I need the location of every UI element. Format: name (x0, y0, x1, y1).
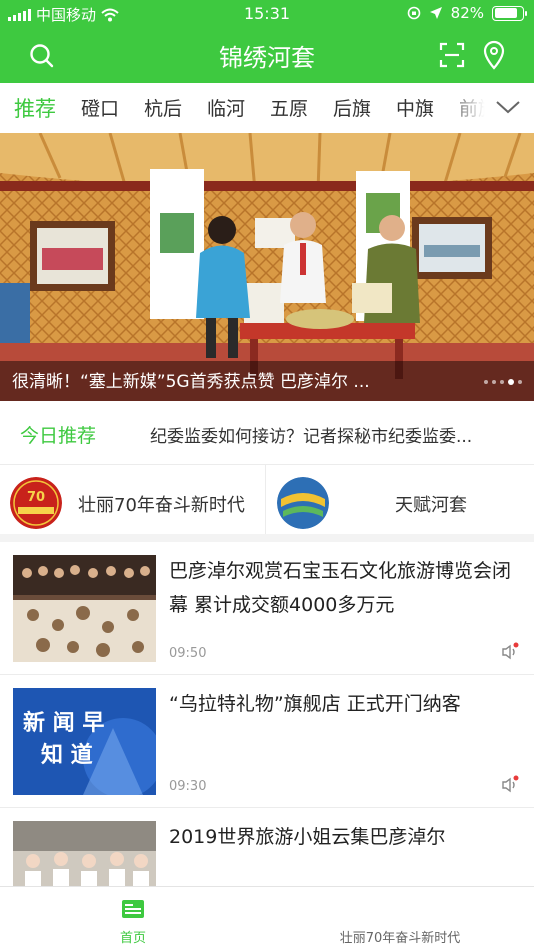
channel-tabs: 推荐 磴口 杭后 临河 五原 后旗 中旗 前旗 (0, 83, 534, 133)
tab-wuyuan[interactable]: 五原 (270, 94, 308, 121)
chevron-down-icon[interactable] (494, 95, 522, 119)
banner-carousel[interactable]: 很清晰！“塞上新媒”5G首秀获点赞 巴彦淖尔 ... (0, 133, 534, 401)
carousel-dot-active (508, 379, 514, 385)
location-icon[interactable] (482, 40, 506, 70)
topic-logo-70-years: 70 (10, 477, 62, 529)
app-header-bar: 中国移动 15:31 82% 锦绣河套 (0, 0, 534, 83)
tab-hanghou[interactable]: 杭后 (144, 94, 182, 121)
carousel-dot (484, 380, 488, 384)
orientation-lock-icon (407, 6, 420, 20)
battery-icon (492, 5, 527, 21)
nav-topic-70-years[interactable]: 壮丽70年奋斗新时代 (310, 927, 490, 946)
home-news-icon (122, 900, 144, 918)
banner-caption[interactable]: 很清晰！“塞上新媒”5G首秀获点赞 巴彦淖尔 ... (12, 367, 412, 392)
location-arrow-icon (429, 7, 442, 19)
topic-card-tianfu-hetao[interactable]: 天赋河套 (267, 465, 534, 534)
carousel-dot (518, 380, 522, 384)
header: 锦绣河套 (0, 28, 534, 83)
news-headline: 2019世界旅游小姐云集巴彦淖尔 (169, 826, 446, 848)
speaker-icon[interactable] (500, 775, 520, 795)
nav-home[interactable]: 首页 (100, 887, 166, 950)
battery-percent: 82% (450, 4, 484, 22)
svg-text:70: 70 (27, 490, 45, 505)
topic-cards: 70 壮丽70年奋斗新时代 天赋河套 (0, 465, 534, 542)
news-thumbnail (13, 555, 156, 662)
tab-dengkou[interactable]: 磴口 (81, 94, 119, 121)
today-recommend-row[interactable]: 今日推荐 纪委监委如何接访？记者探秘市纪委监委... (0, 401, 534, 465)
news-headline: “乌拉特礼物”旗舰店 正式开门纳客 (169, 693, 461, 715)
today-recommend-headline[interactable]: 纪委监委如何接访？记者探秘市纪委监委... (150, 422, 518, 447)
today-recommend-label: 今日推荐 (20, 425, 97, 447)
status-bar: 中国移动 15:31 82% (0, 0, 534, 28)
news-item[interactable]: 巴彦淖尔观赏石宝玉石文化旅游博览会闭幕 累计成交额4000多万元 09:50 (0, 542, 534, 675)
tab-zhongqi[interactable]: 中旗 (396, 94, 434, 121)
news-item[interactable]: 新 闻 早 知 道 “乌拉特礼物”旗舰店 正式开门纳客 09:30 (0, 675, 534, 808)
speaker-icon[interactable] (500, 642, 520, 662)
news-time: 09:50 (169, 646, 207, 661)
news-headline: 巴彦淖尔观赏石宝玉石文化旅游博览会闭幕 累计成交额4000多万元 (169, 560, 512, 616)
carousel-indicator (484, 379, 522, 385)
topic-logo-tianfu-hetao (277, 477, 329, 529)
nav-home-label: 首页 (119, 931, 146, 946)
tab-houqi[interactable]: 后旗 (333, 94, 371, 121)
tab-linhe[interactable]: 临河 (207, 94, 245, 121)
bottom-nav: 首页 壮丽70年奋斗新时代 (0, 886, 534, 950)
svg-text:知 道: 知 道 (41, 742, 93, 768)
carousel-dot (500, 380, 504, 384)
carousel-dot (492, 380, 496, 384)
topic-name: 天赋河套 (395, 495, 467, 516)
topic-card-70-years[interactable]: 70 壮丽70年奋斗新时代 (0, 465, 266, 534)
topic-name: 壮丽70年奋斗新时代 (78, 495, 245, 516)
scan-icon[interactable] (439, 42, 465, 68)
news-time: 09:30 (169, 779, 207, 794)
tab-recommend[interactable]: 推荐 (14, 93, 56, 123)
svg-text:新 闻 早: 新 闻 早 (23, 710, 104, 736)
news-thumbnail: 新 闻 早 知 道 (13, 688, 156, 795)
